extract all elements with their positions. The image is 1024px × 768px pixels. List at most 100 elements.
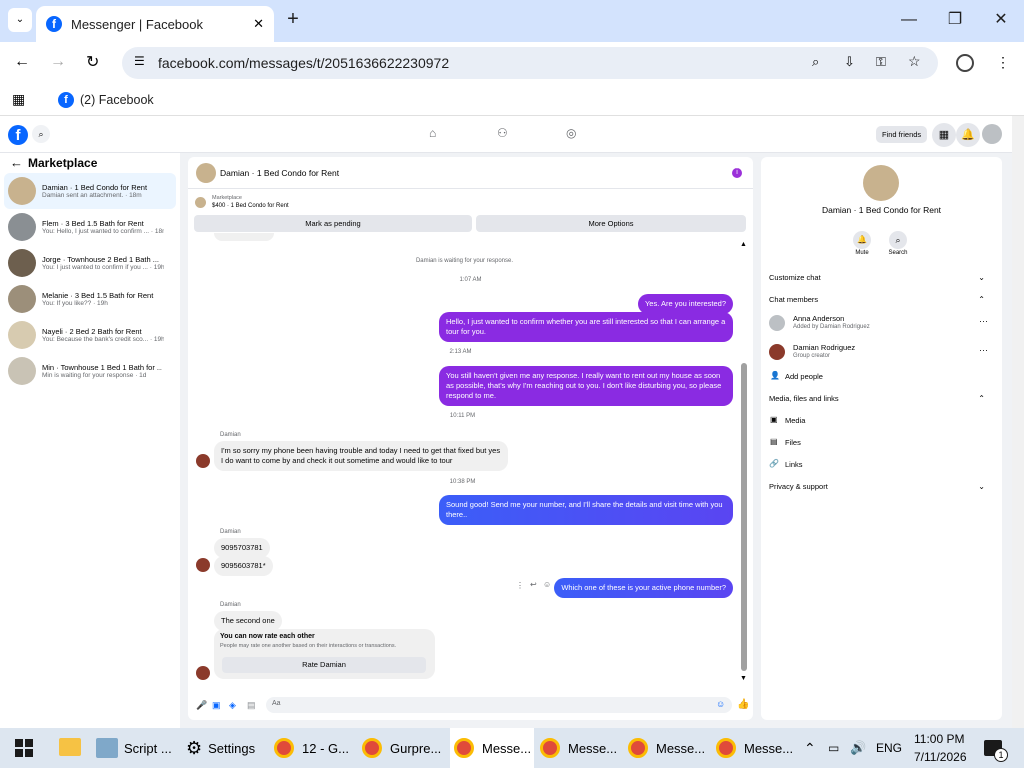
taskbar-item-chrome[interactable]: Messe... bbox=[628, 728, 712, 768]
message-outgoing[interactable]: Sound good! Send me your number, and I'l… bbox=[439, 495, 733, 525]
friends-icon[interactable]: ⚇ bbox=[497, 126, 508, 140]
facebook-logo[interactable]: f bbox=[8, 125, 28, 145]
sticker-icon[interactable]: ◈ bbox=[229, 700, 236, 711]
mark-pending-label: Mark as pending bbox=[305, 219, 361, 228]
conversation-item[interactable]: Melanie · 3 Bed 1.5 Bath for Rent You: If… bbox=[4, 281, 176, 317]
account-avatar[interactable] bbox=[982, 124, 1002, 144]
more-icon[interactable]: ··· bbox=[979, 316, 988, 326]
notifications-icon[interactable]: 🔔 bbox=[956, 123, 980, 147]
language-indicator[interactable]: ENG bbox=[876, 728, 902, 768]
info-icon[interactable]: i bbox=[732, 168, 742, 178]
minimize-button[interactable]: — bbox=[894, 8, 924, 32]
back-icon[interactable]: ← bbox=[14, 53, 30, 71]
file-explorer-icon[interactable] bbox=[59, 738, 81, 756]
conversation-item[interactable]: Jorge · Townhouse 2 Bed 1 Bath ... You: I… bbox=[4, 245, 176, 281]
back-arrow-icon[interactable]: ← bbox=[10, 155, 23, 170]
conversation-item[interactable]: Nayeli · 2 Bed 2 Bath for Rent You: Becau… bbox=[4, 317, 176, 353]
conversation-item[interactable]: Flem · 3 Bed 1.5 Bath for Rent You: Hello… bbox=[4, 209, 176, 245]
react-icon[interactable]: ☺ bbox=[543, 580, 551, 589]
profile-icon[interactable] bbox=[956, 54, 974, 72]
forward-icon[interactable]: → bbox=[50, 53, 66, 71]
tray-chevron-icon[interactable]: ⌃ bbox=[804, 728, 816, 768]
photo-icon[interactable]: ▣ bbox=[212, 700, 221, 711]
new-tab-button[interactable]: + bbox=[282, 8, 304, 30]
site-info-icon[interactable]: ☰ bbox=[134, 54, 145, 68]
clock-date[interactable]: 7/11/2026 bbox=[914, 750, 967, 764]
files-item[interactable]: Files bbox=[785, 438, 801, 447]
taskbar-item-chrome[interactable]: Gurpre... bbox=[362, 728, 446, 768]
bookmark-facebook[interactable]: (2) Facebook bbox=[80, 93, 154, 107]
gif-icon[interactable]: ▤ bbox=[247, 700, 256, 711]
volume-icon[interactable]: 🔊 bbox=[850, 728, 866, 768]
taskbar-item-chrome[interactable]: 12 - G... bbox=[274, 728, 358, 768]
add-people[interactable]: Add people bbox=[785, 372, 823, 381]
zoom-icon[interactable]: ⌕ bbox=[812, 54, 819, 70]
listing-info[interactable]: $400 · 1 Bed Condo for Rent bbox=[212, 203, 289, 209]
page-scrollbar[interactable] bbox=[1012, 116, 1024, 728]
menu-grid-icon[interactable]: ▦ bbox=[932, 123, 956, 147]
scroll-thumb[interactable] bbox=[741, 363, 747, 671]
home-icon[interactable]: ⌂ bbox=[429, 126, 436, 140]
message-incoming[interactable]: I'm so sorry my phone been having troubl… bbox=[214, 441, 508, 471]
network-icon[interactable]: ▭ bbox=[828, 728, 839, 768]
chat-members[interactable]: Chat members ⌃ bbox=[769, 295, 995, 304]
media-item[interactable]: Media bbox=[785, 416, 805, 425]
message-outgoing[interactable]: Which one of these is your active phone … bbox=[554, 578, 733, 598]
conversation-item[interactable]: Min · Townhouse 1 Bed 1 Bath for ... Min … bbox=[4, 353, 176, 389]
find-friends-button[interactable]: Find friends bbox=[876, 126, 928, 143]
tab-search-button[interactable]: ⌄ bbox=[8, 8, 32, 32]
reload-icon[interactable]: ↻ bbox=[86, 52, 99, 72]
install-icon[interactable]: ⇩ bbox=[844, 54, 855, 70]
member-name[interactable]: Damian Rodriguez bbox=[793, 343, 855, 352]
reply-icon[interactable]: ↩ bbox=[530, 580, 537, 589]
message-outgoing[interactable]: Hello, I just wanted to confirm whether … bbox=[439, 312, 733, 342]
more-icon[interactable]: ··· bbox=[979, 345, 988, 355]
windows-start-icon[interactable] bbox=[15, 739, 33, 757]
bookmarks-bar: ▦ f (2) Facebook bbox=[0, 84, 1024, 116]
message-incoming[interactable]: 9095703781 bbox=[214, 538, 270, 558]
maximize-button[interactable]: ❐ bbox=[940, 8, 970, 32]
more-actions-icon[interactable]: ⋮ bbox=[516, 581, 524, 590]
search-button[interactable]: ⌕ bbox=[889, 231, 907, 249]
listing-avatar bbox=[863, 165, 899, 201]
message-incoming[interactable]: 9095603781* bbox=[214, 556, 273, 576]
emoji-icon[interactable]: ☺ bbox=[716, 699, 725, 709]
customize-chat[interactable]: Customize chat ⌄ bbox=[769, 273, 995, 282]
like-icon[interactable]: 👍 bbox=[737, 699, 749, 710]
star-icon[interactable]: ☆ bbox=[908, 53, 921, 70]
address-bar[interactable]: ☰ facebook.com/messages/t/20516366222309… bbox=[122, 47, 938, 79]
message-outgoing[interactable]: You still haven't given me any response.… bbox=[439, 366, 733, 406]
clock-time[interactable]: 11:00 PM bbox=[914, 732, 964, 746]
groups-icon[interactable]: ◎ bbox=[566, 126, 576, 140]
message-input[interactable]: Aa ☺ bbox=[266, 697, 732, 713]
conversation-item[interactable]: Damian · 1 Bed Condo for Rent Damian sent… bbox=[4, 173, 176, 209]
menu-icon[interactable]: ⋮ bbox=[996, 54, 1010, 71]
taskbar-item-chrome[interactable]: Messe... bbox=[716, 728, 800, 768]
mute-button[interactable]: 🔔 bbox=[853, 231, 871, 249]
chat-scrollbar[interactable]: ▲ ▼ bbox=[739, 241, 749, 684]
taskbar-item-settings[interactable]: ⚙ Settings bbox=[186, 728, 268, 768]
taskbar-item-script[interactable]: Script ... bbox=[96, 728, 180, 768]
avatar bbox=[8, 285, 36, 313]
rate-button[interactable]: Rate Damian bbox=[222, 657, 426, 673]
avatar bbox=[8, 321, 36, 349]
member-name[interactable]: Anna Anderson bbox=[793, 314, 844, 323]
divider bbox=[188, 188, 753, 189]
links-item[interactable]: Links bbox=[785, 460, 803, 469]
apps-icon[interactable]: ▦ bbox=[12, 91, 25, 108]
taskbar-item-chrome[interactable]: Messe... bbox=[540, 728, 624, 768]
mic-icon[interactable]: 🎤 bbox=[196, 700, 207, 711]
key-icon[interactable]: ⚿ bbox=[876, 54, 886, 70]
tab-messenger[interactable]: f Messenger | Facebook ✕ bbox=[36, 6, 274, 42]
window-close-button[interactable]: ✕ bbox=[986, 8, 1016, 32]
chat-title[interactable]: Damian · 1 Bed Condo for Rent bbox=[220, 168, 339, 178]
privacy-support[interactable]: Privacy & support ⌄ bbox=[769, 482, 995, 491]
mark-pending-button[interactable]: Mark as pending bbox=[194, 215, 472, 232]
more-options-button[interactable]: More Options bbox=[476, 215, 746, 232]
media-files-links[interactable]: Media, files and links ⌃ bbox=[769, 394, 995, 403]
message-outgoing[interactable]: Yes. Are you interested? bbox=[637, 294, 733, 314]
message-incoming[interactable]: The second one bbox=[214, 611, 282, 631]
close-icon[interactable]: ✕ bbox=[253, 16, 264, 32]
taskbar-item-chrome[interactable]: Messe... bbox=[450, 728, 534, 768]
search-icon[interactable]: ⌕ bbox=[32, 125, 50, 143]
